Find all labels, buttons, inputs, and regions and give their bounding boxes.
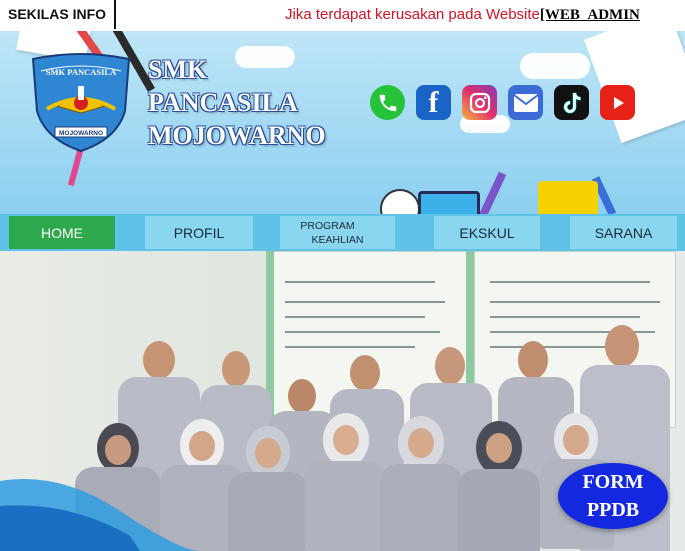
web-admin-link[interactable]: [WEB_ADMIN xyxy=(540,7,640,23)
board-text-line xyxy=(285,301,445,303)
main-nav: HOME PROFIL PROGRAM KEAHLIAN EKSKUL SARA… xyxy=(0,214,685,251)
board-text-line xyxy=(490,281,650,283)
folder-decoration xyxy=(538,181,598,214)
board-text-line xyxy=(490,316,640,318)
news-ticker: SEKILAS INFO Jika terdapat kerusakan pad… xyxy=(0,0,685,32)
board-text-line xyxy=(285,281,435,283)
school-name-line1: SMK xyxy=(148,55,208,84)
board-text-line xyxy=(285,331,440,333)
logo-text-bottom: MOJOWARNO xyxy=(59,130,103,137)
facebook-icon[interactable]: f xyxy=(416,85,451,120)
school-name-line3: MOJOWARNO xyxy=(148,121,326,150)
board-text-line xyxy=(490,301,660,303)
whatsapp-icon[interactable] xyxy=(370,85,405,120)
nav-program-line2: KEAHLIAN xyxy=(311,233,364,246)
ppdb-line2: PPDB xyxy=(586,499,640,521)
board-text-line xyxy=(285,346,415,348)
ppdb-line1: FORM xyxy=(582,471,644,493)
nav-sarana[interactable]: SARANA xyxy=(570,216,677,249)
ball-decoration xyxy=(380,189,420,214)
nav-ekskul[interactable]: EKSKUL xyxy=(434,216,540,249)
school-logo: SMK PANCASILA MOJOWARNO xyxy=(31,53,131,153)
school-name-line2: PANCASILA xyxy=(148,88,298,117)
form-ppdb-button[interactable]: FORM PPDB xyxy=(558,463,668,529)
logo-text-top: SMK PANCASILA xyxy=(46,67,117,77)
nav-profil[interactable]: PROFIL xyxy=(145,216,253,249)
youtube-icon[interactable] xyxy=(600,85,635,120)
cloud-decoration xyxy=(520,53,590,79)
nav-home[interactable]: HOME xyxy=(9,216,115,249)
site-header: SMK PANCASILA MOJOWARNO SMK PANCASILA MO… xyxy=(0,31,685,214)
ticker-message: Jika terdapat kerusakan pada Website[WEB… xyxy=(285,0,640,30)
tiktok-icon[interactable] xyxy=(554,85,589,120)
pencil-decoration xyxy=(477,171,507,214)
social-links: f xyxy=(370,85,635,120)
email-icon[interactable] xyxy=(508,85,543,120)
nav-program-keahlian[interactable]: PROGRAM KEAHLIAN xyxy=(280,216,395,249)
instagram-icon[interactable] xyxy=(462,85,497,120)
board-text-line xyxy=(285,316,425,318)
wave-decoration xyxy=(0,479,200,551)
ticker-message-text: Jika terdapat kerusakan pada Website xyxy=(285,6,540,23)
calculator-decoration xyxy=(418,191,480,214)
nav-program-line1: PROGRAM xyxy=(300,219,355,232)
school-name: SMK PANCASILA MOJOWARNO xyxy=(148,53,326,152)
ticker-label: SEKILAS INFO xyxy=(0,0,117,29)
